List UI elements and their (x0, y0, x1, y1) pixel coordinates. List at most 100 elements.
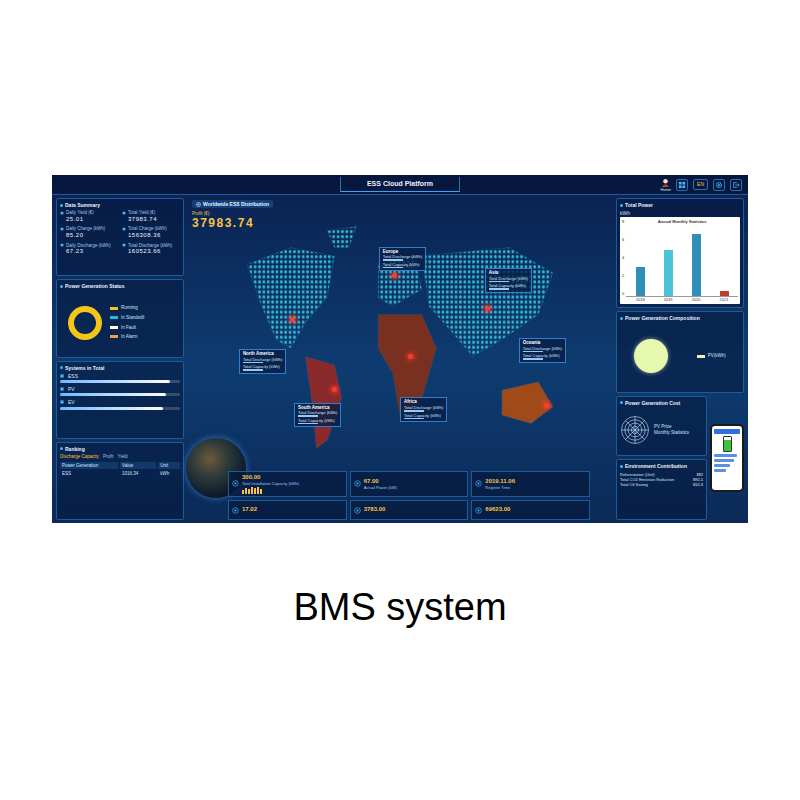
phone-app-picture (710, 424, 744, 492)
ranking-column-header: Value (120, 462, 156, 470)
mini-bar (251, 487, 253, 494)
region-line: Total Discharge (kWh) (523, 346, 562, 351)
language-switch[interactable]: EN (693, 179, 708, 189)
grid-button[interactable] (676, 179, 688, 191)
environment-value: 892.1 (693, 477, 703, 482)
environment-row: Total CO2 Emission Reduction892.1 (620, 477, 703, 482)
map-header: Worldwide ESS DistributionProfit (€):379… (188, 198, 612, 232)
region-pin[interactable] (290, 317, 295, 322)
user-avatar-icon[interactable] (661, 178, 670, 187)
stat-value: 17.02 (242, 506, 257, 514)
stat-value: 3783.00 (364, 506, 386, 514)
region-pin[interactable] (332, 387, 337, 392)
region-line: Total Capacity (kWh) (523, 353, 562, 358)
home-button[interactable]: Home (660, 178, 671, 192)
status-donut (68, 306, 102, 340)
chart-tick: 6 (622, 237, 624, 242)
summary-value: 37983.74 (122, 216, 180, 224)
home-label[interactable]: Home (660, 187, 671, 192)
logout-button[interactable] (730, 179, 742, 191)
left-column: Data SummaryDaily Yield (€)25.01Total Yi… (56, 198, 184, 520)
stat-value: 69623.00 (485, 506, 510, 514)
summary-label: Daily Charge (kWh) (66, 226, 105, 232)
ranking-tab[interactable]: Yield (118, 454, 128, 460)
settings-button[interactable] (713, 179, 725, 191)
profit-value: 37983.74 (192, 217, 608, 230)
stat-tile: 67.00Actual Power (kW) (350, 471, 469, 498)
ranking-column-header: Power Generation (60, 462, 118, 470)
legend-swatch (110, 316, 118, 319)
summary-item: Total Discharge (kWh)160523.66 (122, 243, 180, 256)
generation-legend: PV(kWh) (697, 353, 726, 359)
stat-label: Actual Power (kW) (364, 485, 397, 490)
generation-panel: Power Generation CompositionPV(kWh) (616, 311, 744, 392)
region-bar (298, 415, 318, 417)
lower-right: Power Generation Cost PV PriceMonthly Sta… (616, 396, 744, 520)
title-dot-icon (60, 447, 63, 450)
cost-legend: PV PriceMonthly Statistics (654, 424, 689, 435)
summary-label: Total Yield (€) (128, 210, 155, 216)
summary-item: Daily Charge (kWh)85.20 (60, 226, 118, 239)
region-line: Total Capacity (kWh) (489, 283, 528, 288)
gear-icon[interactable] (715, 181, 723, 189)
region-label[interactable]: AfricaTotal Discharge (kWh)Total Capacit… (400, 397, 447, 422)
ranking-tab[interactable]: Discharge Capacity (60, 454, 99, 460)
region-line: Total Capacity (kWh) (404, 413, 443, 418)
ranking-tab[interactable]: Profit (103, 454, 114, 460)
cost-row: PV PriceMonthly Statistics (620, 408, 703, 452)
title-dot-icon (620, 317, 623, 320)
region-label[interactable]: AsiaTotal Discharge (kWh)Total Capacity … (485, 268, 532, 293)
stat-icon (354, 480, 361, 487)
environment-panel: Environment ContributionReforestation (U… (616, 459, 707, 520)
chart-years: 2018201920202021 (626, 297, 738, 302)
caption: BMS system (0, 585, 800, 631)
panel-title: Systems in Total (60, 365, 180, 371)
legend-item: Running (110, 305, 144, 311)
region-label[interactable]: OceaniaTotal Discharge (kWh)Total Capaci… (519, 338, 566, 363)
stat-icon (232, 480, 239, 487)
stat-icon (475, 480, 482, 487)
panel-title: Total Power (620, 202, 740, 208)
region-label[interactable]: EuropeTotal Discharge (kWh)Total Capacit… (379, 247, 426, 272)
mini-bar (254, 488, 256, 494)
status-panel: Power Generation Status RunningIn Standst… (56, 279, 184, 357)
drop-icon (122, 243, 126, 247)
region-pin[interactable] (544, 403, 549, 408)
stat-text: 3783.00 (364, 506, 386, 514)
stat-value: 300.00 (242, 474, 299, 482)
status-legend: RunningIn StandstillIn FaultIn Alarm (110, 305, 144, 340)
phone-bar (714, 464, 730, 467)
grid-icon[interactable] (678, 181, 686, 189)
system-label-row: ESS (60, 373, 180, 379)
chart-tick: 4 (622, 255, 624, 260)
stat-tile: 3783.00 (350, 500, 469, 520)
system-label-row: EV (60, 399, 180, 405)
stat-tile: 17.02 (228, 500, 347, 520)
mini-bars (242, 487, 299, 494)
summary-label: Total Charge (kWh) (128, 226, 167, 232)
panel-title-text: Power Generation Cost (625, 400, 680, 406)
panel-title: Power Generation Status (60, 283, 180, 289)
summary-label: Daily Yield (€) (66, 210, 94, 216)
logout-icon[interactable] (732, 181, 740, 189)
region-label[interactable]: North AmericaTotal Discharge (kWh)Total … (239, 349, 286, 374)
region-pin[interactable] (485, 306, 490, 311)
panel-title: Environment Contribution (620, 463, 703, 469)
stat-text: 300.00Total Installation Capacity (kWh) (242, 474, 299, 495)
system-fill (60, 380, 170, 383)
mini-bar (242, 490, 244, 494)
phone-header (714, 429, 740, 434)
phone-bar (714, 459, 734, 462)
region-label[interactable]: South AmericaTotal Discharge (kWh)Total … (294, 403, 341, 428)
panel-title: Ranking (60, 446, 180, 452)
ranking-panel: Ranking Discharge Capacity Profit YieldPowe… (56, 442, 184, 520)
summary-label-row: Total Discharge (kWh) (122, 243, 180, 249)
cost-legend-item: Monthly Statistics (654, 430, 689, 436)
drop-icon (122, 211, 126, 215)
drop-icon (122, 227, 126, 231)
title-dot-icon (60, 204, 63, 207)
region-line: Total Capacity (kWh) (383, 262, 422, 267)
panel-title-text: Environment Contribution (625, 463, 687, 469)
region-line: Total Discharge (kWh) (383, 254, 422, 259)
region-bar (243, 362, 263, 364)
